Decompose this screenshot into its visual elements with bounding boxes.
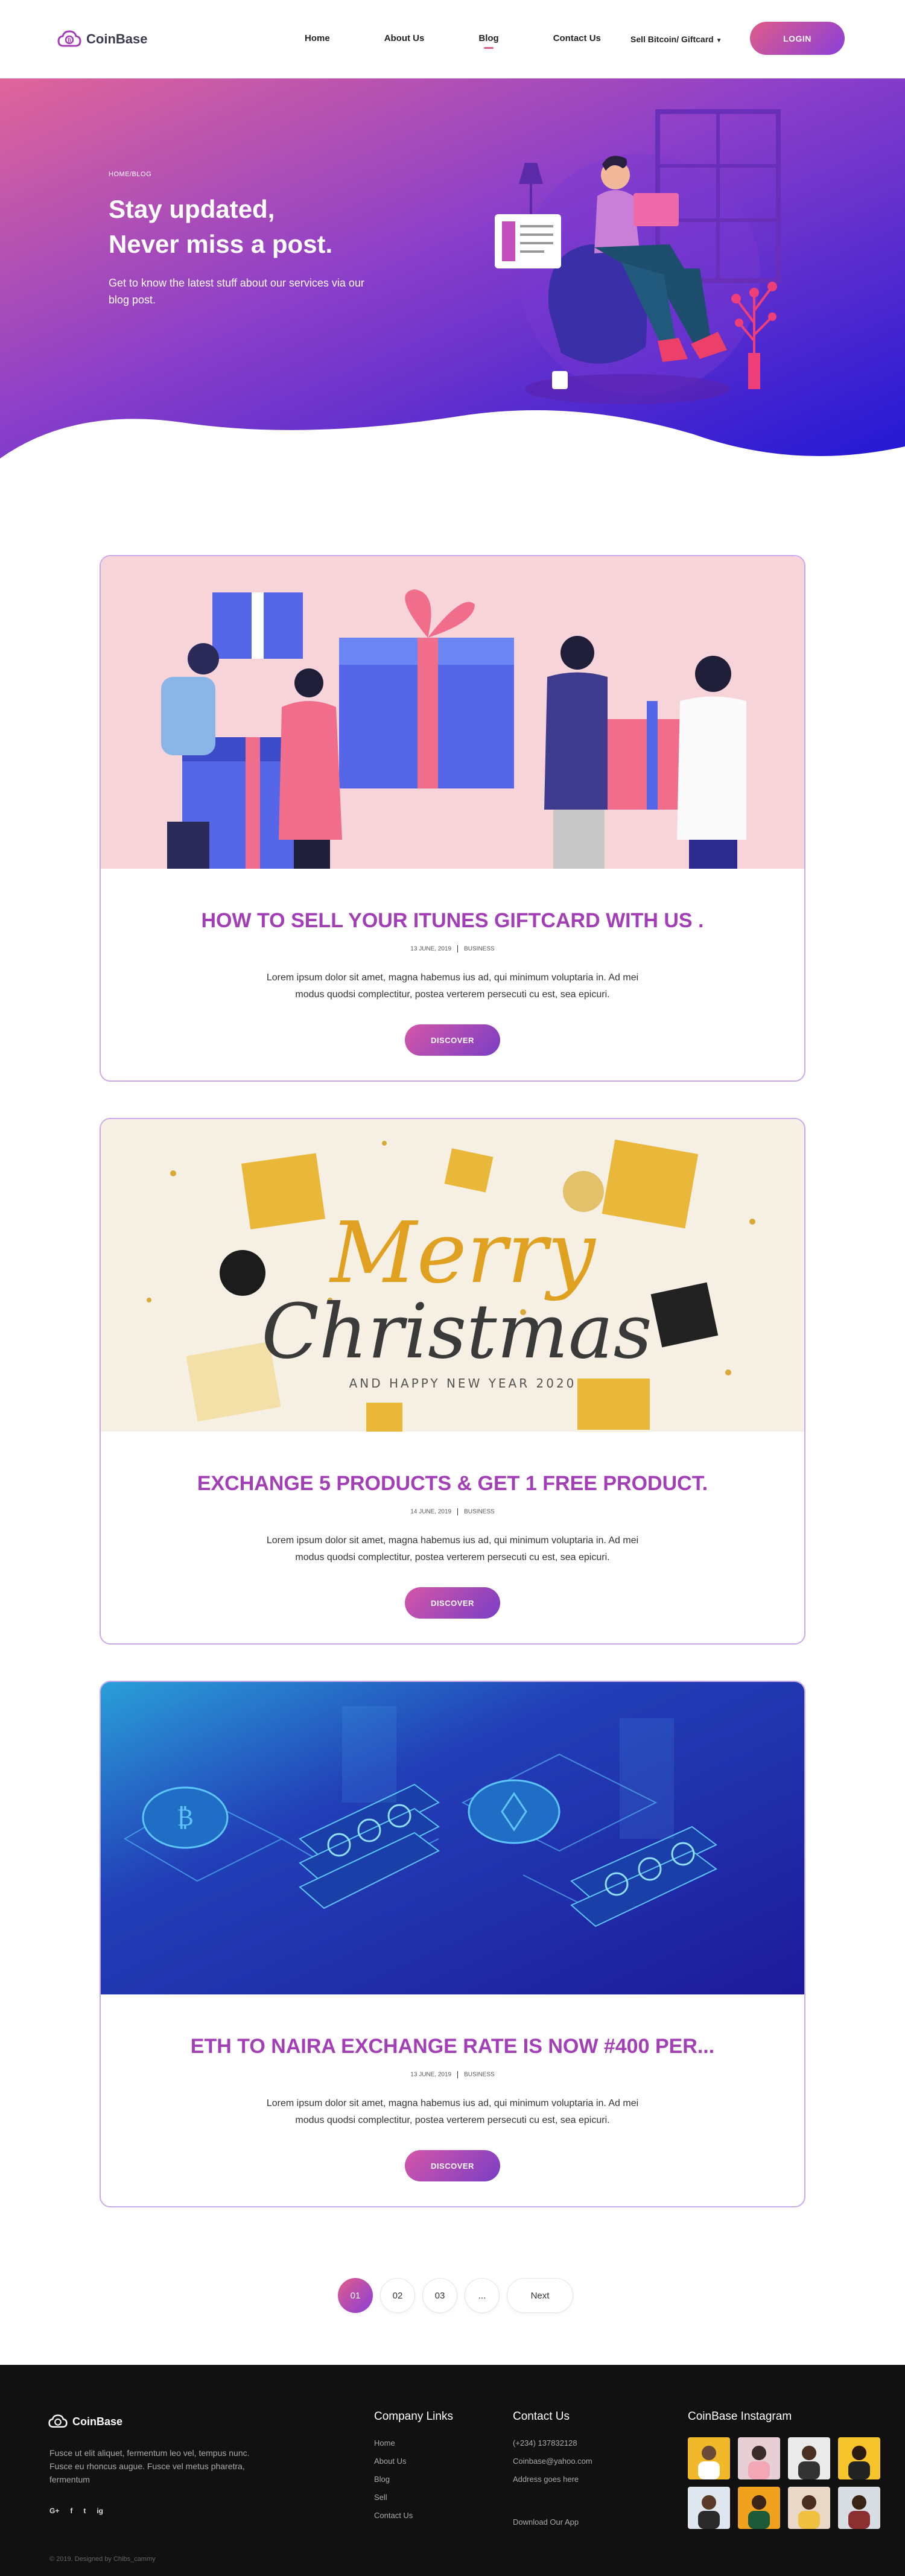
- new-year-text: AND HAPPY NEW YEAR 2020: [349, 1376, 577, 1391]
- hero-title-line-1: Stay updated,: [109, 195, 275, 223]
- nav-contact-us[interactable]: Contact Us: [553, 33, 601, 43]
- nav-about-us[interactable]: About Us: [384, 33, 425, 43]
- contact-address: Address goes here: [513, 2475, 579, 2484]
- logo[interactable]: ₿ CoinBase: [57, 29, 147, 49]
- gifts-illustration: [101, 556, 804, 869]
- discover-button[interactable]: DISCOVER: [405, 2150, 500, 2181]
- sell-dropdown-label: Sell Bitcoin/ Giftcard: [630, 34, 714, 44]
- instagram-photo[interactable]: [838, 2437, 880, 2479]
- hero-banner: HOME/BLOG Stay updated, Never miss a pos…: [0, 78, 905, 471]
- footer-link-contact-us[interactable]: Contact Us: [374, 2511, 413, 2520]
- hero-subtitle: Get to know the latest stuff about our s…: [109, 277, 364, 306]
- logo-text: CoinBase: [86, 31, 148, 46]
- footer-about-text: Fusce ut elit aliquet, fermentum leo vel…: [49, 2448, 250, 2484]
- person-photo-icon: [748, 2495, 770, 2529]
- discover-button[interactable]: DISCOVER: [405, 1587, 500, 1619]
- instagram-photo[interactable]: [738, 2487, 780, 2529]
- pagination: 01 02 03 ... Next: [338, 2278, 573, 2313]
- post-excerpt: Lorem ipsum dolor sit amet, magna habemu…: [266, 2098, 639, 2125]
- logo-icon: [48, 2414, 68, 2428]
- blog-post-card: Merry Christmas AND HAPPY NEW YEAR 2020 …: [100, 1118, 805, 1645]
- instagram-photo[interactable]: [688, 2437, 730, 2479]
- instagram-icon[interactable]: ig: [97, 2507, 103, 2515]
- page-button-01[interactable]: 01: [338, 2278, 373, 2313]
- breadcrumb: HOME/BLOG: [109, 171, 152, 178]
- main-menu: Home About Us Blog Contact Us: [305, 33, 655, 43]
- footer-link-home[interactable]: Home: [374, 2438, 413, 2448]
- instagram-photo[interactable]: [738, 2437, 780, 2479]
- person-photo-icon: [798, 2495, 820, 2529]
- post-meta: 13 JUNE, 2019 BUSINESS: [101, 2071, 804, 2078]
- twitter-icon[interactable]: t: [83, 2507, 86, 2515]
- meta-divider: [457, 2071, 459, 2078]
- page-button-02[interactable]: 02: [380, 2278, 415, 2313]
- google-plus-icon[interactable]: G+: [49, 2507, 59, 2515]
- footer-link-blog[interactable]: Blog: [374, 2475, 413, 2484]
- company-links-list: Home About Us Blog Sell Contact Us: [374, 2438, 413, 2529]
- social-links: G+ f t ig: [49, 2507, 103, 2515]
- next-page-button[interactable]: Next: [507, 2278, 573, 2313]
- nav-blog[interactable]: Blog: [478, 33, 498, 43]
- blog-post-card: ₿ ETH TO NAIRA EXCHANGE RATE IS NOW #400…: [100, 1681, 805, 2207]
- footer-logo-text: CoinBase: [72, 2415, 123, 2428]
- caret-down-icon: ▼: [716, 37, 722, 44]
- blog-post-card: HOW TO SELL YOUR ITUNES GIFTCARD WITH US…: [100, 555, 805, 1082]
- contact-phone[interactable]: (+234) 137832128: [513, 2438, 592, 2448]
- top-navbar: ₿ CoinBase Home About Us Blog Contact Us…: [0, 0, 905, 78]
- post-meta: 13 JUNE, 2019 BUSINESS: [101, 945, 804, 953]
- post-date: 14 JUNE, 2019: [410, 1508, 452, 1515]
- svg-text:₿: ₿: [68, 37, 71, 44]
- contact-list: (+234) 137832128 Coinbase@yahoo.com Addr…: [513, 2438, 592, 2493]
- company-links-title: Company Links: [374, 2410, 453, 2423]
- post-date: 13 JUNE, 2019: [410, 2071, 452, 2078]
- download-app-link[interactable]: Download Our App: [513, 2517, 579, 2527]
- footer-link-sell[interactable]: Sell: [374, 2493, 413, 2502]
- person-photo-icon: [748, 2446, 770, 2479]
- person-photo-icon: [848, 2495, 870, 2529]
- post-date: 13 JUNE, 2019: [410, 945, 452, 953]
- logo-icon: ₿: [57, 30, 81, 47]
- bitcoin-glyph: ₿: [177, 1804, 194, 1832]
- post-title[interactable]: ETH TO NAIRA EXCHANGE RATE IS NOW #400 P…: [101, 2035, 804, 2058]
- post-category[interactable]: BUSINESS: [464, 2072, 495, 2078]
- person-photo-icon: [798, 2446, 820, 2479]
- instagram-photo[interactable]: [788, 2487, 830, 2529]
- copyright-text: © 2019. Designed by Chibs_cammy: [49, 2555, 156, 2563]
- page-button-ellipsis[interactable]: ...: [465, 2278, 500, 2313]
- footer-logo[interactable]: CoinBase: [48, 2413, 122, 2430]
- post-title[interactable]: EXCHANGE 5 PRODUCTS & GET 1 FREE PRODUCT…: [101, 1472, 804, 1496]
- post-excerpt: Lorem ipsum dolor sit amet, magna habemu…: [266, 1535, 639, 1562]
- post-excerpt: Lorem ipsum dolor sit amet, magna habemu…: [266, 972, 639, 1000]
- nav-home[interactable]: Home: [305, 33, 330, 43]
- instagram-title: CoinBase Instagram: [688, 2410, 792, 2423]
- instagram-photo[interactable]: [688, 2487, 730, 2529]
- discover-button[interactable]: DISCOVER: [405, 1024, 500, 1056]
- login-button[interactable]: LOGIN: [750, 22, 845, 55]
- person-photo-icon: [848, 2446, 870, 2479]
- hero-title: Stay updated, Never miss a post.: [109, 192, 422, 262]
- post-category[interactable]: BUSINESS: [464, 1509, 495, 1515]
- facebook-icon[interactable]: f: [70, 2507, 72, 2515]
- sell-dropdown[interactable]: Sell Bitcoin/ Giftcard ▼: [630, 34, 722, 44]
- post-meta: 14 JUNE, 2019 BUSINESS: [101, 1508, 804, 1515]
- hero-title-line-2: Never miss a post.: [109, 230, 333, 258]
- page-button-03[interactable]: 03: [422, 2278, 457, 2313]
- instagram-photo[interactable]: [838, 2487, 880, 2529]
- post-category[interactable]: BUSINESS: [464, 946, 495, 953]
- christmas-illustration: Merry Christmas AND HAPPY NEW YEAR 2020: [101, 1119, 804, 1432]
- contact-title: Contact Us: [513, 2410, 570, 2423]
- instagram-grid: [688, 2437, 880, 2529]
- footer-link-about-us[interactable]: About Us: [374, 2457, 413, 2466]
- meta-divider: [457, 945, 459, 953]
- person-photo-icon: [698, 2495, 720, 2529]
- meta-divider: [457, 1508, 459, 1515]
- person-photo-icon: [698, 2446, 720, 2479]
- reading-person-illustration: [495, 109, 781, 404]
- footer: CoinBase Fusce ut elit aliquet, fermentu…: [0, 2365, 905, 2576]
- contact-email[interactable]: Coinbase@yahoo.com: [513, 2457, 592, 2466]
- crypto-mining-illustration: ₿: [101, 1682, 804, 1994]
- instagram-photo[interactable]: [788, 2437, 830, 2479]
- post-title[interactable]: HOW TO SELL YOUR ITUNES GIFTCARD WITH US…: [101, 909, 804, 933]
- christmas-text: Christmas: [261, 1288, 652, 1375]
